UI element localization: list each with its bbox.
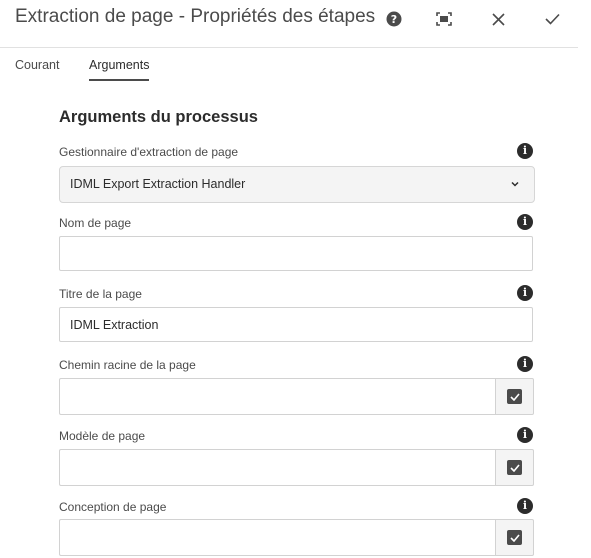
page-title-input[interactable]: IDML Extraction [59,307,533,342]
tab-arguments[interactable]: Arguments [89,58,150,81]
checkbox-icon [507,389,522,404]
page-design-input[interactable] [59,519,495,556]
tab-label: Courant [15,58,60,72]
root-path-label: Chemin racine de la page [59,358,196,372]
active-tab-indicator [89,79,150,81]
info-icon[interactable]: i [517,143,533,159]
info-icon[interactable]: i [517,285,533,301]
page-design-browse-button[interactable] [495,519,534,556]
dialog-header: Extraction de page - Propriétés des étap… [0,0,578,48]
page-template-input[interactable] [59,449,495,486]
page-name-input[interactable] [59,236,533,271]
section-title: Arguments du processus [59,108,258,126]
tab-bar: Courant Arguments [0,48,578,86]
chevron-down-icon [511,181,519,187]
step-properties-dialog: Extraction de page - Propriétés des étap… [0,0,591,558]
svg-text:?: ? [391,13,397,26]
info-icon[interactable]: i [517,498,533,514]
dialog-title: Extraction de page - Propriétés des étap… [15,6,376,27]
root-path-input[interactable] [59,378,495,415]
handler-select[interactable]: IDML Export Extraction Handler [59,166,535,203]
fullscreen-icon[interactable] [433,8,455,30]
root-path-browse-button[interactable] [495,378,534,415]
page-title-label: Titre de la page [59,287,142,301]
page-design-label: Conception de page [59,500,167,514]
page-title-value: IDML Extraction [70,318,159,332]
tab-courant[interactable]: Courant [15,58,59,72]
tab-label: Arguments [89,58,150,72]
handler-select-value: IDML Export Extraction Handler [70,177,246,191]
checkbox-icon [507,530,522,545]
info-icon[interactable]: i [517,214,533,230]
help-icon[interactable]: ? [383,8,405,30]
page-name-label: Nom de page [59,216,132,230]
page-template-label: Modèle de page [59,429,146,443]
info-icon[interactable]: i [517,356,533,372]
page-template-browse-button[interactable] [495,449,534,486]
info-icon[interactable]: i [517,427,533,443]
handler-label: Gestionnaire d'extraction de page [59,145,239,159]
check-icon[interactable] [541,8,563,30]
close-icon[interactable] [487,8,509,30]
checkbox-icon [507,460,522,475]
